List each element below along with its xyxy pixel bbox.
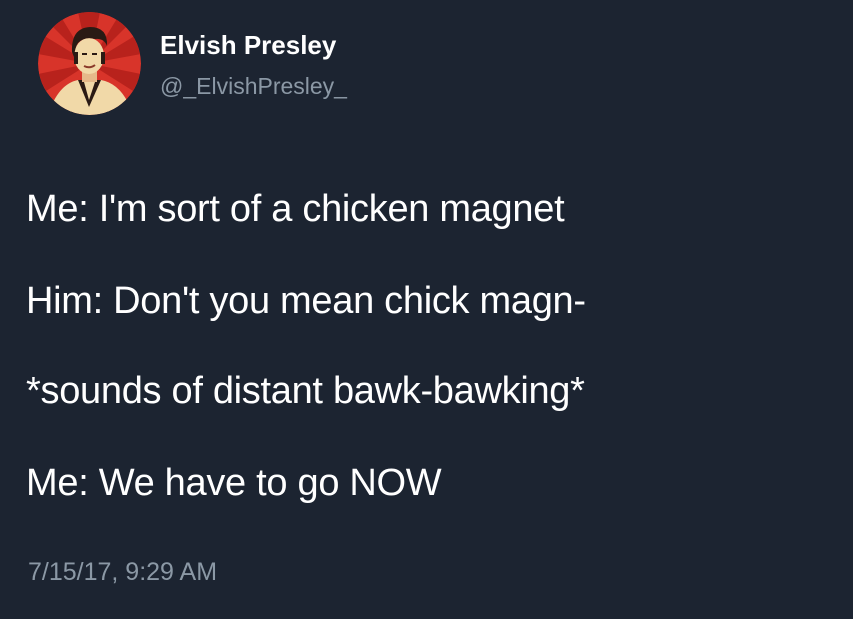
tweet-text-line: Me: We have to go NOW <box>26 462 442 504</box>
tweet-card: Elvish Presley @_ElvishPresley_ Me: I'm … <box>0 0 853 619</box>
elvis-portrait-avatar-icon <box>38 12 141 115</box>
tweet-text-line: Him: Don't you mean chick magn- <box>26 280 586 322</box>
tweet-text-line: Me: I'm sort of a chicken magnet <box>26 188 565 230</box>
display-name[interactable]: Elvish Presley <box>160 30 336 61</box>
tweet-timestamp[interactable]: 7/15/17, 9:29 AM <box>28 558 217 587</box>
tweet-text-line: *sounds of distant bawk-bawking* <box>26 370 585 412</box>
user-handle[interactable]: @_ElvishPresley_ <box>160 73 347 100</box>
avatar[interactable] <box>38 12 141 115</box>
